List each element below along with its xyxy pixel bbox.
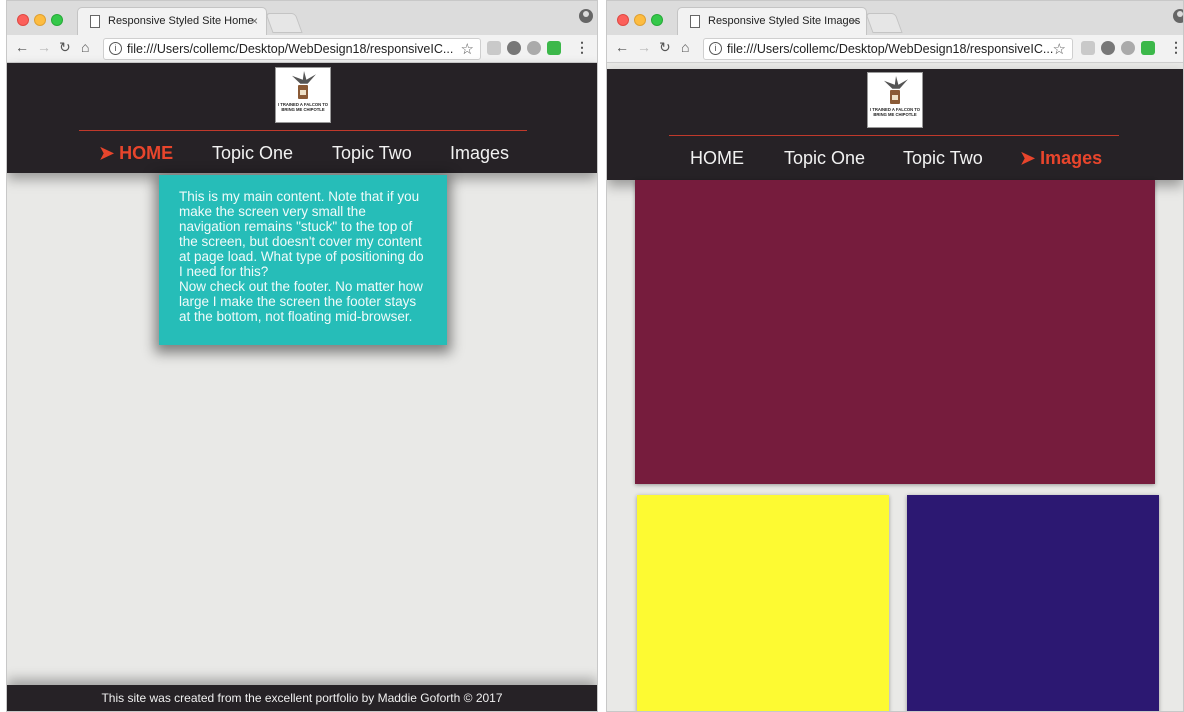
site-header: I TRAINED A FALCON TO BRING ME CHIPOTLE … [607,69,1183,180]
zoom-window-button[interactable] [51,14,63,26]
site-footer: This site was created from the excellent… [7,685,597,711]
chipotle-cup-icon [890,90,900,104]
nav-divider [669,135,1119,136]
extension-icon[interactable] [1081,41,1095,55]
page-icon [690,15,700,28]
bookmark-star-icon[interactable]: ☆ [1053,40,1066,58]
browser-menu-icon[interactable]: ⋮ [575,39,589,56]
close-window-button[interactable] [617,14,629,26]
reload-icon[interactable]: ↻ [659,39,671,56]
info-icon[interactable]: i [109,42,122,55]
url-text: file:///Users/collemc/Desktop/WebDesign1… [727,42,1054,56]
forward-arrow-icon[interactable]: → [37,39,51,55]
falcon-logo[interactable]: I TRAINED A FALCON TO BRING ME CHIPOTLE [275,67,331,123]
green-extension-icon[interactable] [547,41,561,55]
new-tab-button[interactable] [865,13,903,33]
home-icon[interactable]: ⌂ [681,39,689,55]
nav-images[interactable]: Images [450,143,509,164]
tab-close-icon[interactable]: × [851,14,858,28]
browser-window-images: Responsive Styled Site Images × ← → ↻ ⌂ … [606,0,1184,712]
settings-extension-icon[interactable] [527,41,541,55]
settings-extension-icon[interactable] [1121,41,1135,55]
tab-strip: Responsive Styled Site Images × [607,1,1183,35]
site-header: I TRAINED A FALCON TO BRING ME CHIPOTLE … [7,63,597,173]
nav-topic-one[interactable]: Topic One [212,143,293,164]
address-bar[interactable]: i file:///Users/collemc/Desktop/WebDesig… [703,38,1073,60]
minimize-window-button[interactable] [634,14,646,26]
close-window-button[interactable] [17,14,29,26]
nav-images[interactable]: ➤ Images [1020,148,1102,169]
bookmark-star-icon[interactable]: ☆ [461,40,474,58]
nav-home[interactable]: ➤ HOME [99,143,173,164]
new-tab-button[interactable] [265,13,303,33]
info-icon[interactable]: i [709,42,722,55]
zoom-window-button[interactable] [651,14,663,26]
profile-icon[interactable] [579,9,593,23]
tab-strip: Responsive Styled Site Home × [7,1,597,35]
content-paragraph: Now check out the footer. No matter how … [179,279,423,324]
profile-icon[interactable] [1173,9,1183,23]
back-arrow-icon[interactable]: ← [15,39,29,55]
yellow-image [637,495,889,711]
tab-title: Responsive Styled Site Home [108,15,254,27]
window-controls [617,13,668,31]
logo-caption: I TRAINED A FALCON TO BRING ME CHIPOTLE [277,102,329,112]
page-icon [90,15,100,28]
browser-toolbar: ← → ↻ ⌂ i file:///Users/collemc/Desktop/… [607,35,1183,63]
browser-menu-icon[interactable]: ⋮ [1169,39,1183,56]
home-icon[interactable]: ⌂ [81,39,89,55]
green-extension-icon[interactable] [1141,41,1155,55]
main-content-card: This is my main content. Note that if yo… [159,175,447,345]
back-arrow-icon[interactable]: ← [615,39,629,55]
nav-divider [79,130,527,131]
falcon-logo[interactable]: I TRAINED A FALCON TO BRING ME CHIPOTLE [867,72,923,128]
content-paragraph: This is my main content. Note that if yo… [179,189,424,279]
tab-title: Responsive Styled Site Images [708,15,861,27]
browser-tab-home[interactable]: Responsive Styled Site Home × [77,7,267,35]
forward-arrow-icon[interactable]: → [637,39,651,55]
browser-window-home: Responsive Styled Site Home × ← → ↻ ⌂ i … [6,0,598,712]
logo-caption: I TRAINED A FALCON TO BRING ME CHIPOTLE [869,107,921,117]
browser-tab-images[interactable]: Responsive Styled Site Images × [677,7,867,35]
extension-icon[interactable] [487,41,501,55]
indigo-image [907,495,1159,711]
wordpress-extension-icon[interactable] [507,41,521,55]
browser-toolbar: ← → ↻ ⌂ i file:///Users/collemc/Desktop/… [7,35,597,63]
nav-topic-two[interactable]: Topic Two [332,143,412,164]
address-bar[interactable]: i file:///Users/collemc/Desktop/WebDesig… [103,38,481,60]
reload-icon[interactable]: ↻ [59,39,71,56]
tab-close-icon[interactable]: × [251,14,258,28]
wordpress-extension-icon[interactable] [1101,41,1115,55]
chipotle-cup-icon [298,85,308,99]
window-controls [17,13,68,31]
url-text: file:///Users/collemc/Desktop/WebDesign1… [127,42,454,56]
nav-topic-two[interactable]: Topic Two [903,148,983,169]
nav-home[interactable]: HOME [690,148,744,169]
minimize-window-button[interactable] [34,14,46,26]
maroon-image [635,180,1155,484]
nav-topic-one[interactable]: Topic One [784,148,865,169]
